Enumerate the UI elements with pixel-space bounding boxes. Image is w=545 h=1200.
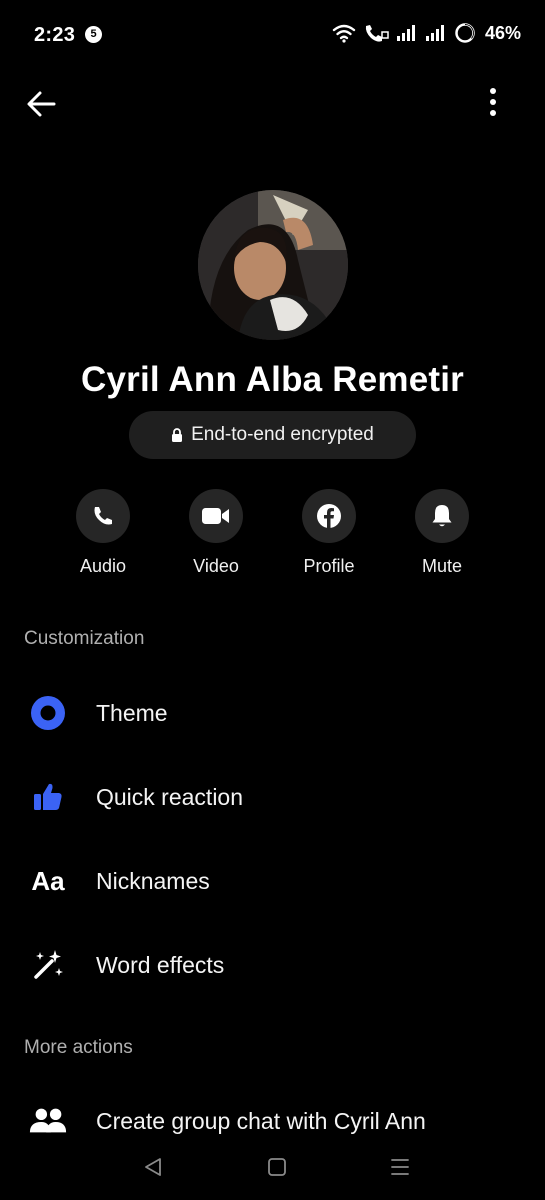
theme-icon [28,695,68,731]
quick-reaction-row[interactable]: Quick reaction [0,767,545,827]
theme-label: Theme [96,700,168,726]
more-options-button[interactable] [481,86,505,122]
nicknames-row[interactable]: Aa Nicknames [0,851,545,911]
audio-call-label: Audio [79,556,127,576]
phone-icon [94,507,112,525]
signal-1-icon [396,25,415,41]
mute-button[interactable] [415,489,469,543]
back-button[interactable] [24,86,60,122]
theme-row[interactable]: Theme [0,683,545,743]
status-bar: 2:23 5 46% [0,0,545,70]
status-time: 2:23 [34,24,76,46]
vertical-dots-icon [490,88,496,116]
thumbs-up-icon [28,779,68,815]
more-actions-section-title: More actions [24,1037,133,1058]
word-effects-label: Word effects [96,952,225,978]
group-icon [28,1103,68,1139]
system-navigation-bar [0,1140,545,1200]
nicknames-icon-text: Aa [31,865,65,896]
video-call-action[interactable]: Video [166,489,266,577]
battery-icon [455,23,475,43]
customization-section-title: Customization [24,628,145,649]
profile-button[interactable] [302,489,356,543]
lock-icon [172,428,183,442]
video-camera-icon [202,508,229,524]
nav-back-icon[interactable] [142,1156,164,1178]
video-call-label: Video [193,556,239,576]
video-call-button[interactable] [189,489,243,543]
magic-wand-icon [28,947,68,983]
contact-name: Cyril Ann Alba Remetir [81,360,464,399]
wifi-calling-icon [365,25,389,42]
facebook-icon [317,504,341,528]
audio-call-action[interactable]: Audio [53,489,153,577]
quick-reaction-label: Quick reaction [96,784,244,810]
profile-photo [198,190,348,340]
bell-icon [432,505,452,527]
avatar[interactable] [198,190,348,340]
encryption-badge[interactable]: End-to-end encrypted [129,411,416,459]
mute-action[interactable]: Mute [392,489,492,577]
nav-home-icon[interactable] [266,1156,288,1178]
nav-recents-icon[interactable] [389,1156,411,1178]
profile-label: Profile [303,556,355,576]
audio-call-button[interactable] [76,489,130,543]
nicknames-label: Nicknames [96,868,210,894]
screen: 2:23 5 46% Cyril Ann Alba Remetir End-to… [0,0,545,1200]
nicknames-icon: Aa [28,863,68,899]
profile-action[interactable]: Profile [279,489,379,577]
word-effects-row[interactable]: Word effects [0,935,545,995]
mute-label: Mute [421,556,463,576]
notification-count-badge: 5 [85,26,102,43]
status-icons: 46% [332,22,521,44]
back-arrow-icon [27,91,56,117]
encryption-label: End-to-end encrypted [191,424,374,445]
battery-percent: 46% [484,22,521,43]
signal-2-icon [425,25,444,41]
wifi-icon [332,24,356,43]
create-group-chat-label: Create group chat with Cyril Ann [96,1108,426,1134]
